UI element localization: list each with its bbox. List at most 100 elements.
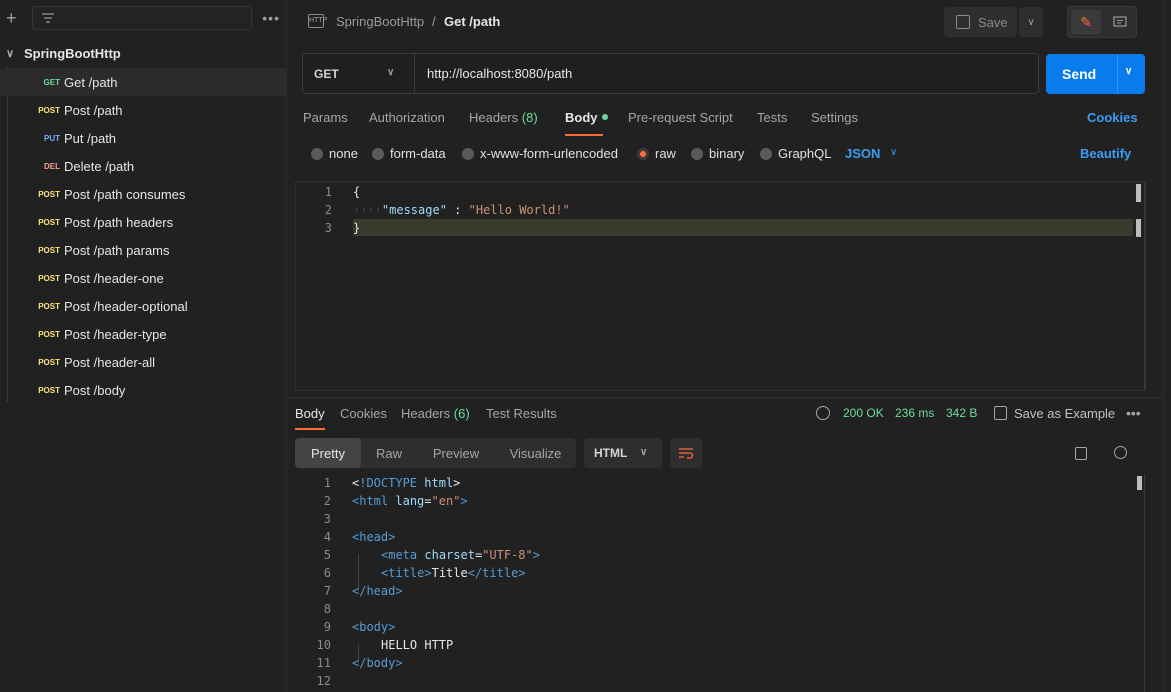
request-item[interactable]: POST Post /path params — [0, 236, 286, 264]
method-value: GET — [314, 66, 339, 81]
breadcrumb-request[interactable]: Get /path — [444, 14, 500, 29]
add-icon[interactable]: + — [6, 9, 22, 27]
more-options-icon[interactable]: ••• — [262, 10, 280, 26]
request-item[interactable]: POST Post /path consumes — [0, 180, 286, 208]
method-badge: GET — [43, 77, 60, 87]
request-label: Post /header-type — [64, 326, 167, 342]
status-code[interactable]: 200 OK — [843, 406, 884, 420]
breadcrumb-collection[interactable]: SpringBootHttp — [336, 14, 424, 29]
copy-icon[interactable] — [1075, 447, 1087, 460]
radio-icon — [372, 147, 384, 160]
request-label: Delete /path — [64, 158, 135, 174]
code-line: <body> — [352, 620, 396, 634]
request-body-editor[interactable]: 1 2 3 { ····"message" : "Hello World!" } — [295, 181, 1146, 391]
chevron-down-icon[interactable]: ∨ — [1125, 66, 1132, 77]
url-bar: GET ∨ http://localhost:8080/path — [302, 53, 1039, 94]
scrollbar-thumb[interactable] — [1137, 476, 1142, 490]
line-number: 10 — [316, 638, 331, 652]
edit-mode-button[interactable]: ✎ — [1071, 10, 1101, 34]
view-visualize[interactable]: Visualize — [495, 438, 576, 468]
radio-x-www-form-urlencoded[interactable]: x-www-form-urlencoded — [462, 146, 618, 161]
code-line: <meta charset="UTF-8"> — [381, 548, 540, 562]
response-view-tabs: Pretty Raw Preview Visualize — [295, 438, 576, 468]
radio-none[interactable]: none — [311, 146, 358, 161]
method-badge: POST — [38, 217, 60, 227]
radio-icon — [691, 147, 703, 160]
line-number: 8 — [323, 602, 331, 616]
tab-pre-request-script[interactable]: Pre-request Script — [628, 110, 733, 125]
chevron-down-icon: ∨ — [1027, 16, 1035, 28]
code-brace-open: { — [353, 185, 361, 199]
radio-graphql[interactable]: GraphQL — [760, 146, 831, 161]
collection-name: SpringBootHttp — [24, 45, 121, 61]
method-badge: PUT — [44, 133, 60, 143]
tab-authorization[interactable]: Authorization — [369, 110, 445, 125]
line-number: 9 — [323, 620, 331, 634]
cookies-link[interactable]: Cookies — [1087, 110, 1138, 125]
save-as-example-button[interactable]: Save as Example — [1014, 406, 1115, 421]
search-icon[interactable] — [1114, 446, 1127, 459]
tab-body[interactable]: Body — [565, 110, 608, 125]
response-tab-cookies[interactable]: Cookies — [340, 406, 387, 421]
scrollbar-thumb[interactable] — [1136, 184, 1141, 202]
request-item[interactable]: POST Post /body — [0, 376, 286, 404]
line-number: 1 — [324, 185, 332, 199]
request-item[interactable]: POST Post /header-optional — [0, 292, 286, 320]
request-item[interactable]: GET Get /path — [0, 68, 286, 96]
beautify-button[interactable]: Beautify — [1080, 146, 1131, 161]
view-pretty[interactable]: Pretty — [295, 438, 361, 468]
save-dropdown-button[interactable]: ∨ — [1019, 7, 1043, 37]
chevron-down-icon: ∨ — [6, 47, 15, 60]
tab-params[interactable]: Params — [303, 110, 348, 125]
response-tab-test-results[interactable]: Test Results — [486, 406, 557, 421]
request-item[interactable]: POST Post /header-one — [0, 264, 286, 292]
code-line: <!DOCTYPE html> — [352, 476, 461, 490]
request-item[interactable]: DEL Delete /path — [0, 152, 286, 180]
request-item[interactable]: POST Post /path — [0, 96, 286, 124]
radio-binary[interactable]: binary — [691, 146, 744, 161]
code-line: <title>Title</title> — [381, 566, 526, 580]
tab-settings[interactable]: Settings — [811, 110, 858, 125]
send-label: Send — [1062, 66, 1097, 82]
request-item[interactable]: POST Post /path headers — [0, 208, 286, 236]
radio-raw[interactable]: raw — [637, 146, 676, 161]
filter-input[interactable] — [31, 6, 253, 30]
mode-toggle: ✎ — [1067, 6, 1137, 38]
view-raw[interactable]: Raw — [361, 438, 417, 468]
request-item[interactable]: POST Post /header-type — [0, 320, 286, 348]
response-divider[interactable] — [288, 397, 1171, 398]
save-button[interactable]: Save — [944, 7, 1017, 37]
response-body-viewer[interactable]: 1 2 3 4 5 6 7 8 9 10 11 12 <!DOCTYPE html> <html la… — [295, 474, 1146, 692]
method-select[interactable]: GET ∨ — [303, 54, 415, 93]
response-tab-headers[interactable]: Headers (6) — [401, 406, 470, 421]
raw-format-select[interactable]: JSON — [845, 146, 880, 161]
scrollbar-track[interactable] — [1144, 182, 1145, 390]
response-size[interactable]: 342 B — [946, 406, 977, 420]
tab-tests[interactable]: Tests — [757, 110, 787, 125]
wrap-icon — [679, 448, 694, 459]
scrollbar-track[interactable] — [1144, 474, 1145, 692]
response-time[interactable]: 236 ms — [895, 406, 934, 420]
sidebar-toolbar: + ••• — [0, 0, 286, 36]
line-number: 11 — [316, 656, 331, 670]
comments-button[interactable] — [1105, 10, 1135, 34]
send-button[interactable]: Send ∨ — [1046, 54, 1145, 94]
line-number: 4 — [323, 530, 331, 544]
request-item[interactable]: POST Post /header-all — [0, 348, 286, 376]
radio-icon — [462, 147, 474, 160]
active-tab-indicator — [295, 428, 325, 430]
more-options-icon[interactable]: ••• — [1126, 405, 1141, 421]
radio-selected-icon — [637, 147, 649, 160]
radio-form-data[interactable]: form-data — [372, 146, 446, 161]
current-line-highlight — [353, 219, 1133, 236]
chevron-down-icon: ∨ — [890, 147, 898, 158]
url-input[interactable]: http://localhost:8080/path — [427, 54, 572, 93]
globe-icon[interactable] — [816, 406, 830, 420]
collection-item[interactable]: ∨ SpringBootHttp — [0, 38, 286, 68]
wrap-lines-button[interactable] — [670, 438, 702, 468]
view-preview[interactable]: Preview — [417, 438, 495, 468]
response-format-select[interactable]: HTML ∨ — [584, 438, 662, 468]
tab-headers[interactable]: Headers (8) — [469, 110, 538, 125]
request-item[interactable]: PUT Put /path — [0, 124, 286, 152]
response-tab-body[interactable]: Body — [295, 406, 325, 421]
